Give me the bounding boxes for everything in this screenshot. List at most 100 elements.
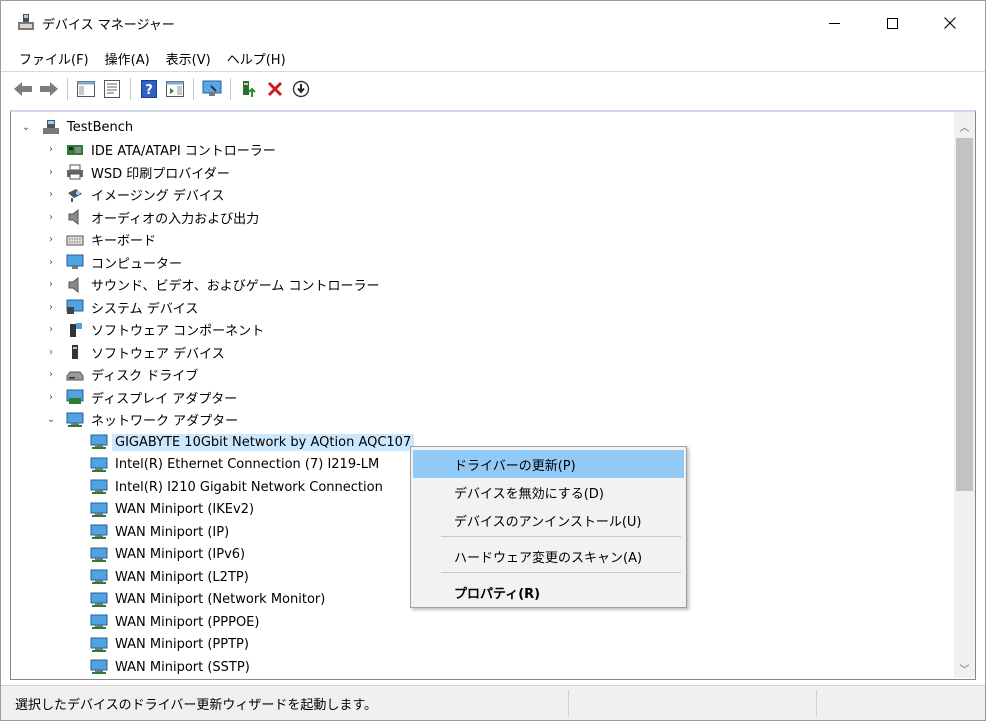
chevron-right-icon[interactable]: › [46,212,56,223]
tree-category-label: イメージング デバイス [91,189,225,205]
scrollbar-thumb[interactable] [956,138,973,491]
chevron-right-icon[interactable]: › [46,369,56,380]
tree-category[interactable]: › ソフトウェア コンポーネント [11,319,953,342]
disk-drive-icon [66,371,84,381]
maximize-icon [886,17,898,29]
tree-category-label: ネットワーク アダプター [91,414,239,430]
vertical-scrollbar[interactable]: ︿ ﹀ [954,112,975,678]
speaker-icon [68,209,79,226]
chevron-right-icon[interactable]: › [46,144,56,155]
network-adapter-icon [90,592,108,607]
network-adapter-icon [66,412,84,427]
console-tree-button[interactable] [74,77,98,101]
tree-category-label: WSD 印刷プロバイダー [91,166,230,182]
show-hide-console-tree-icon [77,80,95,97]
toolbar-separator [130,77,131,100]
tree-category[interactable]: › コンピューター [11,251,953,274]
network-adapter-icon [90,637,108,652]
network-adapter-icon [90,479,108,495]
chevron-right-icon[interactable]: › [46,234,56,245]
context-disable-device[interactable]: デバイスを無効にする(D) [413,478,684,506]
network-device-item[interactable]: WAN Miniport (PPPOE) [11,611,953,634]
scroll-up-button[interactable]: ︿ [954,116,975,136]
network-adapter-icon [90,524,108,540]
chevron-right-icon[interactable]: › [46,189,56,200]
network-device-label: WAN Miniport (IKEv2) [115,502,255,518]
menu-view[interactable]: 表示(V) [158,45,219,71]
ide-controller-icon [67,144,83,155]
context-uninstall-device[interactable]: デバイスのアンインストール(U) [413,506,684,534]
network-device-item[interactable]: WAN Miniport (SSTP) [11,656,953,679]
tree-category[interactable]: › キーボード [11,229,953,252]
chevron-right-icon[interactable]: › [46,302,56,313]
toolbar-separator [67,77,68,100]
forward-button[interactable] [37,77,61,101]
action-pane-button[interactable] [163,77,187,101]
properties-icon [104,79,120,98]
context-scan-hardware[interactable]: ハードウェア変更のスキャン(A) [413,542,684,570]
network-adapter-icon [90,569,108,585]
properties-button[interactable] [100,77,124,101]
menu-help[interactable]: ヘルプ(H) [219,45,294,71]
tree-category-label: ディスク ドライブ [91,369,199,385]
scroll-down-button[interactable]: ﹀ [954,658,975,678]
context-properties[interactable]: プロパティ(R) [413,578,684,606]
tree-category[interactable]: › システム デバイス [11,296,953,319]
context-update-driver[interactable]: ドライバーの更新(P) [413,450,684,478]
tree-root-node[interactable]: ⌄ TestBench [11,116,953,139]
chevron-right-icon[interactable]: › [46,279,56,290]
scan-hardware-icon [202,80,222,96]
tree-category[interactable]: › イメージング デバイス [11,184,953,207]
tree-category[interactable]: › サウンド、ビデオ、およびゲーム コントローラー [11,274,953,297]
tree-category[interactable]: › ディスプレイ アダプター [11,386,953,409]
tree-root-label: TestBench [67,119,134,135]
network-device-label: WAN Miniport (IPv6) [115,547,246,563]
chevron-right-icon[interactable]: › [46,167,56,178]
chevron-right-icon[interactable]: › [46,347,56,358]
network-device-label: WAN Miniport (Network Monitor) [115,592,326,608]
back-icon [14,81,32,96]
network-device-label-selected: GIGABYTE 10Gbit Network by AQtion AQC107 [112,433,415,451]
tree-category[interactable]: › WSD 印刷プロバイダー [11,161,953,184]
chevron-down-icon[interactable]: ⌄ [46,414,56,425]
uninstall-button[interactable] [263,77,287,101]
status-separator [568,690,569,716]
tree-category[interactable]: › IDE ATA/ATAPI コントローラー [11,139,953,162]
update-driver-button[interactable] [237,77,261,101]
network-device-label: WAN Miniport (L2TP) [115,569,249,585]
keyboard-icon [66,235,84,246]
context-separator [441,536,681,537]
disable-icon [292,80,310,97]
disable-button[interactable] [289,77,313,101]
toolbar: ? [1,71,985,105]
chevron-right-icon[interactable]: › [46,324,56,335]
tree-category-label: IDE ATA/ATAPI コントローラー [91,144,276,160]
chevron-right-icon[interactable]: › [46,257,56,268]
scan-hardware-button[interactable] [200,77,224,101]
tree-category[interactable]: › ディスク ドライブ [11,364,953,387]
minimize-button[interactable] [805,1,863,45]
maximize-button[interactable] [863,1,921,45]
tree-category-label: システム デバイス [91,301,199,317]
toolbar-separator [193,77,194,100]
menu-bar: ファイル(F) 操作(A) 表示(V) ヘルプ(H) [1,45,985,71]
chevron-right-icon[interactable]: › [46,392,56,403]
menu-file[interactable]: ファイル(F) [11,45,97,71]
monitor-icon [66,254,84,270]
chevron-down-icon[interactable]: ⌄ [21,122,31,133]
tree-category-label: キーボード [91,234,157,250]
printer-icon [67,164,83,180]
tree-category-label: サウンド、ビデオ、およびゲーム コントローラー [91,279,380,295]
toolbar-separator [230,77,231,100]
window-title: デバイス マネージャー [42,18,175,33]
close-button[interactable] [921,1,979,45]
help-button[interactable]: ? [137,77,161,101]
menu-action[interactable]: 操作(A) [97,45,158,71]
tree-category[interactable]: › オーディオの入力および出力 [11,206,953,229]
tree-category-network-adapters[interactable]: ⌄ ネットワーク アダプター [11,409,953,432]
back-button[interactable] [11,77,35,101]
tree-category-label: コンピューター [91,256,183,272]
network-device-item[interactable]: WAN Miniport (PPTP) [11,634,953,657]
tree-category[interactable]: › ソフトウェア デバイス [11,341,953,364]
network-device-label: Intel(R) Ethernet Connection (7) I219-LM [115,457,380,473]
